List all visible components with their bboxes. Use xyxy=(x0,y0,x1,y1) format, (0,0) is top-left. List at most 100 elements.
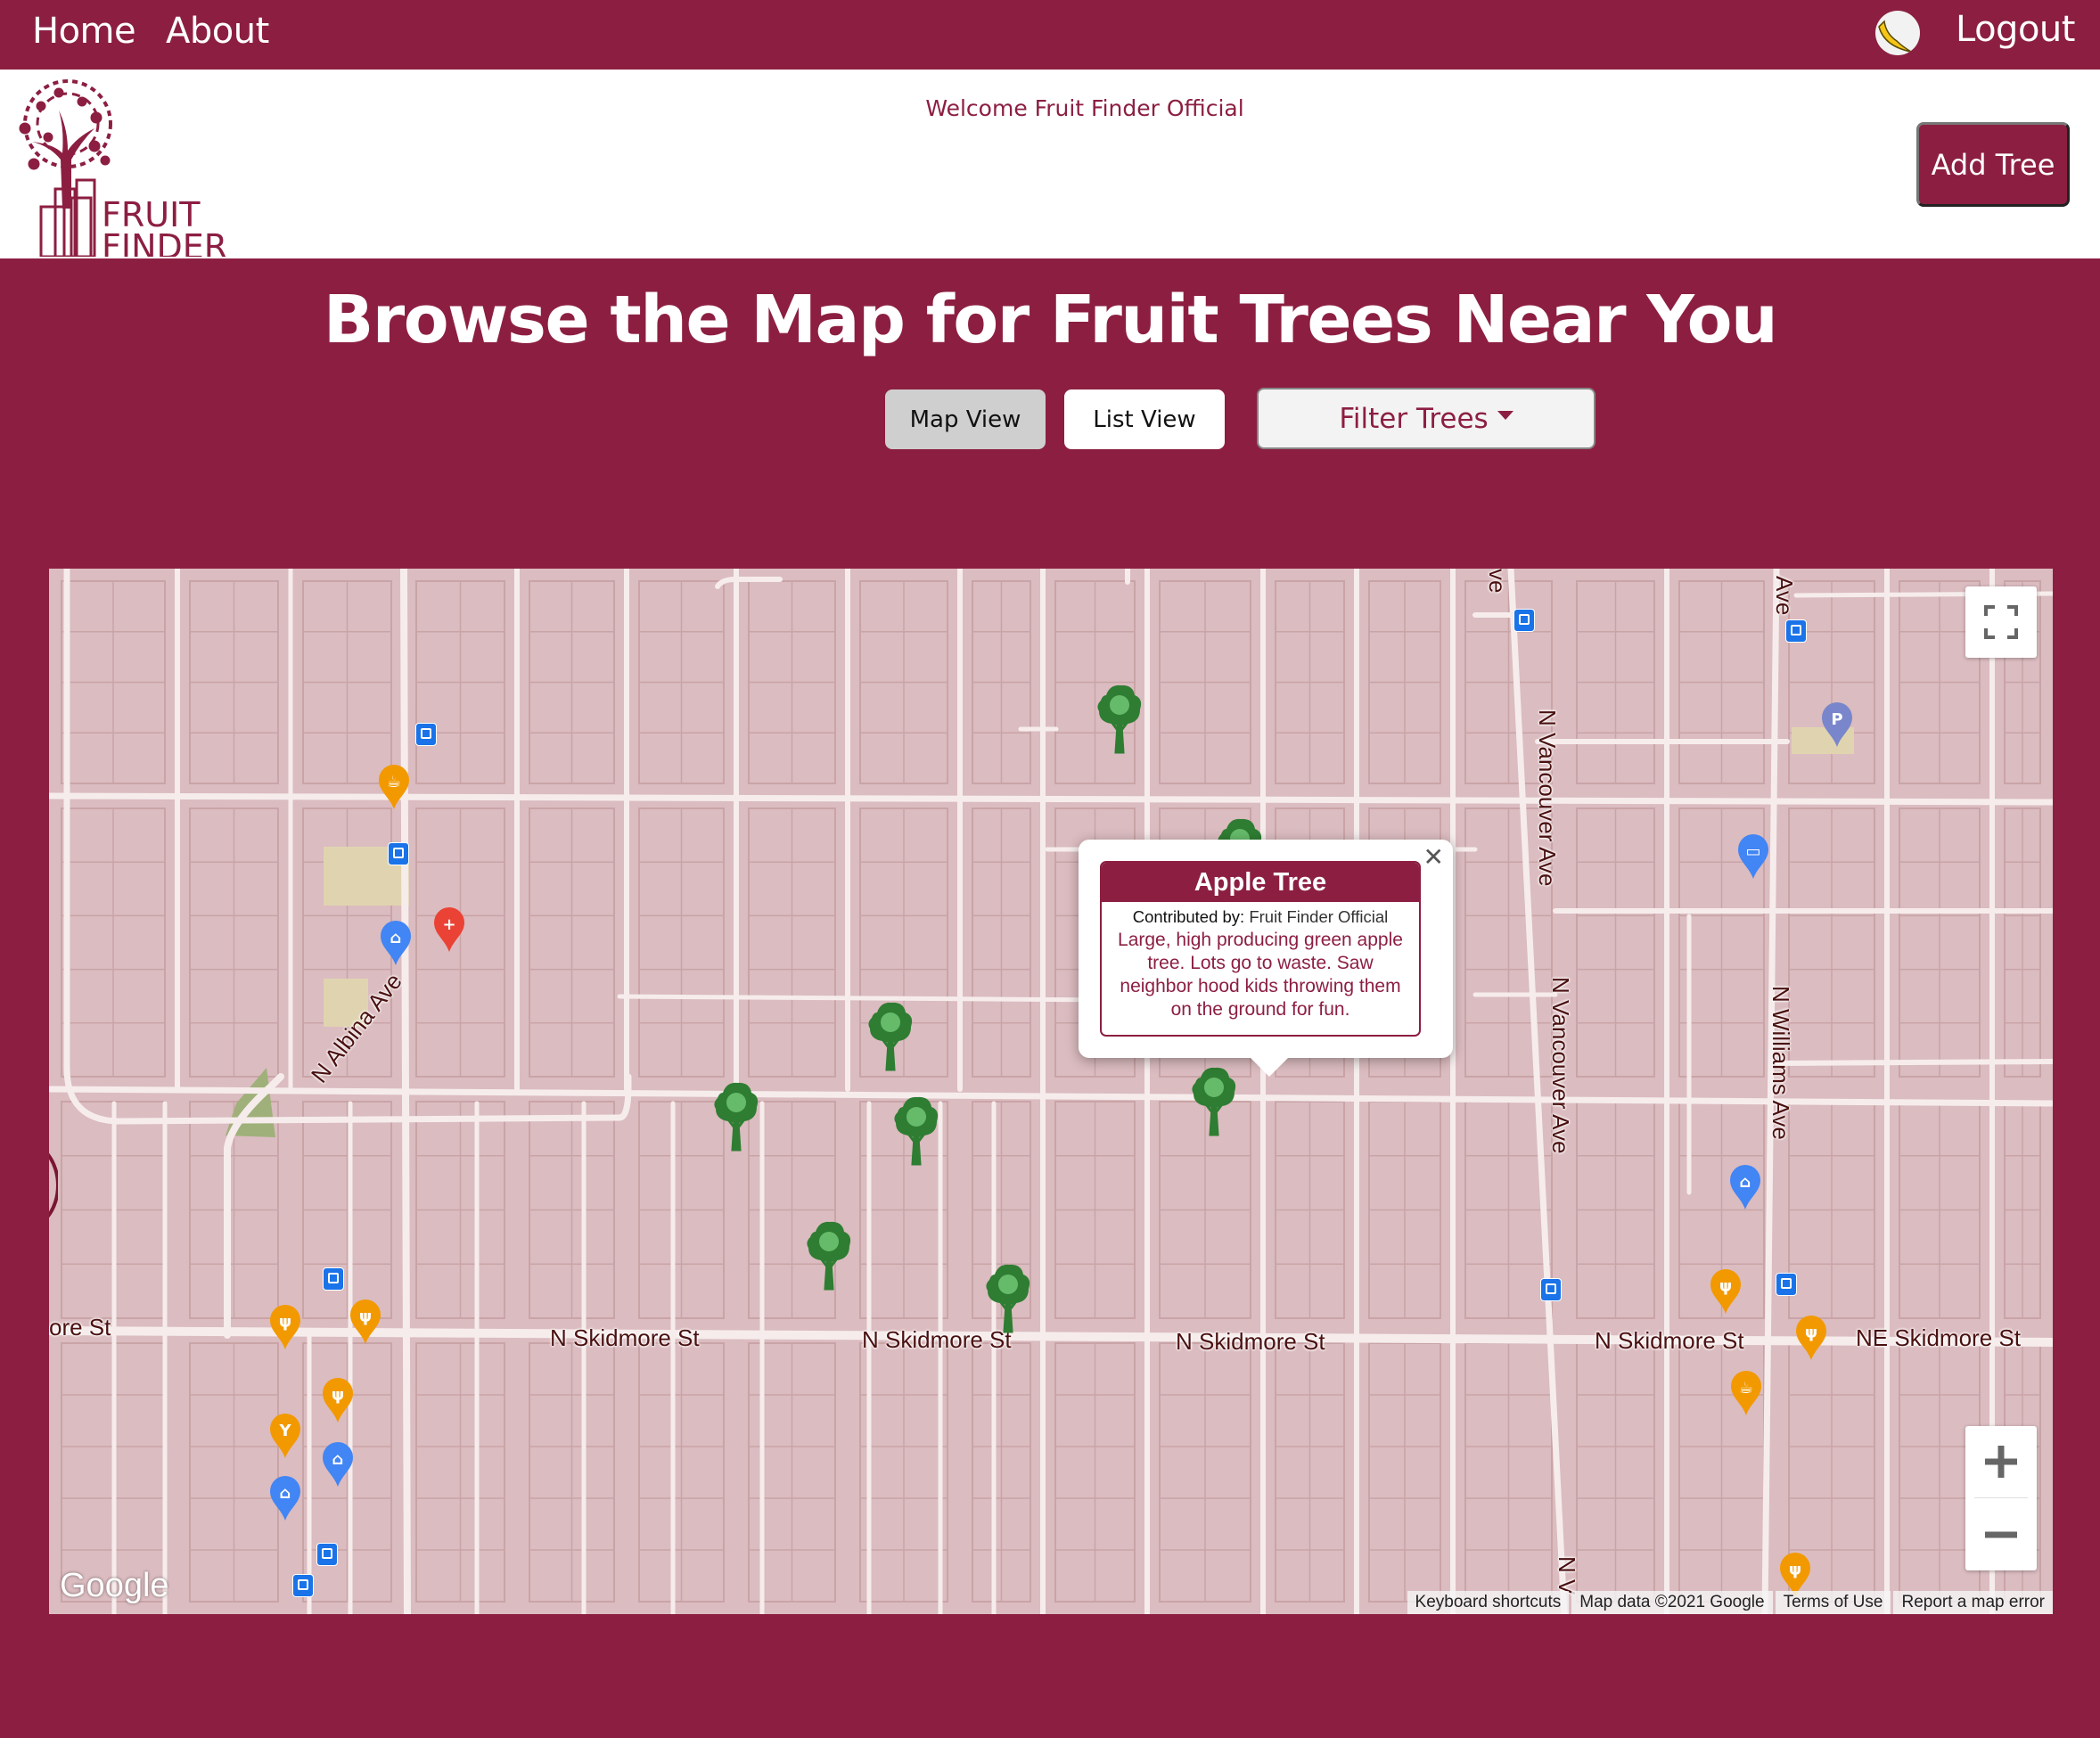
page-title: Browse the Map for Fruit Trees Near You xyxy=(323,282,1778,358)
svg-text:⌂: ⌂ xyxy=(390,929,402,947)
tree-icon xyxy=(986,1264,1030,1333)
svg-text:+: + xyxy=(442,915,455,934)
svg-text:⌂: ⌂ xyxy=(1740,1173,1751,1192)
popup-tree-title: Apple Tree xyxy=(1102,863,1419,902)
map-view-button[interactable]: Map View xyxy=(885,389,1046,449)
popup-contributor: Contributed by: Fruit Finder Official xyxy=(1102,907,1419,927)
svg-text:☕: ☕ xyxy=(1739,1379,1753,1398)
svg-text:⌂: ⌂ xyxy=(280,1484,291,1503)
zoom-out-button[interactable] xyxy=(1965,1499,2037,1570)
bus-stop-icon[interactable] xyxy=(1540,1278,1562,1301)
terms-of-use-link[interactable]: Terms of Use xyxy=(1775,1591,1891,1614)
map-canvas[interactable]: N Albina Ave ve N Vancouver Ave N Vancou… xyxy=(49,569,2053,1614)
fruit-tree-marker[interactable] xyxy=(710,1080,762,1152)
bus-stop-icon[interactable] xyxy=(292,1574,314,1597)
bus-stop-icon[interactable] xyxy=(323,1267,344,1291)
street-label-vancouver-lower: N Vancouver Ave xyxy=(1547,977,1574,1154)
svg-text:P: P xyxy=(1831,710,1842,729)
road xyxy=(49,792,2053,806)
street-label-skidmore-left: ore St xyxy=(49,1314,111,1340)
contributor-name: Fruit Finder Official xyxy=(1249,907,1389,926)
cafe-icon[interactable]: ☕ xyxy=(1729,1369,1763,1415)
bar-icon[interactable]: Y xyxy=(268,1412,302,1458)
street-label-ne-skidmore: NE Skidmore St xyxy=(1856,1324,2021,1351)
filter-trees-label: Filter Trees xyxy=(1339,402,1489,435)
fruit-tree-marker[interactable] xyxy=(865,1000,916,1071)
hospital-icon[interactable]: + xyxy=(432,906,466,952)
svg-text:ψ: ψ xyxy=(1805,1324,1817,1342)
fruit-tree-marker[interactable] xyxy=(803,1219,855,1291)
shopping-icon[interactable]: ⌂ xyxy=(379,919,413,965)
tree-info-popup: ✕ Apple Tree Contributed by: Fruit Finde… xyxy=(1079,840,1453,1058)
nav-home-link[interactable]: Home xyxy=(32,11,136,52)
zoom-divider xyxy=(1974,1497,2028,1498)
tree-icon xyxy=(1097,685,1142,754)
tree-icon xyxy=(894,1096,939,1166)
street-label-vancouver-bottom: N V xyxy=(1554,1556,1580,1595)
shopping-icon[interactable]: ⌂ xyxy=(321,1440,355,1487)
fruit-tree-marker[interactable] xyxy=(982,1262,1034,1333)
restaurant-icon[interactable]: ψ xyxy=(349,1298,382,1344)
popup-description: Large, high producing green apple tree. … xyxy=(1118,930,1403,1020)
nav-logout-link[interactable]: Logout xyxy=(1956,9,2075,50)
road xyxy=(400,569,411,1614)
tree-icon xyxy=(1192,1067,1236,1136)
road xyxy=(1776,1059,2053,1066)
svg-text:ψ: ψ xyxy=(1789,1561,1801,1579)
filter-trees-dropdown[interactable]: Filter Trees xyxy=(1257,388,1596,449)
street-label-williams-top: Ave xyxy=(1771,576,1798,616)
street-label-skidmore-3: N Skidmore St xyxy=(1176,1328,1325,1355)
shopping-icon[interactable]: ⌂ xyxy=(1728,1163,1762,1209)
add-tree-button[interactable]: Add Tree xyxy=(1916,122,2070,207)
tree-icon xyxy=(714,1082,759,1152)
zoom-in-button[interactable] xyxy=(1965,1426,2037,1497)
minus-icon xyxy=(1985,1531,2017,1538)
banana-icon xyxy=(1878,20,1912,53)
top-navbar: Home About Logout xyxy=(0,0,2100,70)
bus-stop-icon[interactable] xyxy=(415,723,437,746)
logo-line2: FINDER xyxy=(102,227,227,257)
fruit-tree-marker[interactable] xyxy=(1188,1065,1240,1136)
restaurant-icon[interactable]: ψ xyxy=(268,1303,302,1349)
street-label-skidmore-1: N Skidmore St xyxy=(550,1324,700,1351)
parking-icon[interactable]: P xyxy=(1820,701,1854,747)
street-label-vancouver-top: ve xyxy=(1484,569,1511,594)
shopping-icon[interactable]: ⌂ xyxy=(268,1474,302,1521)
close-icon[interactable]: ✕ xyxy=(1423,845,1444,870)
svg-text:ψ: ψ xyxy=(359,1308,372,1326)
road xyxy=(715,569,1130,589)
restaurant-icon[interactable]: ψ xyxy=(321,1376,355,1422)
google-logo: Google xyxy=(60,1567,169,1604)
restaurant-icon[interactable]: ψ xyxy=(1794,1314,1828,1360)
bus-stop-icon[interactable] xyxy=(388,842,409,865)
store-icon[interactable]: ▭ xyxy=(1736,832,1770,879)
nav-about-link[interactable]: About xyxy=(166,11,269,52)
svg-text:▭: ▭ xyxy=(1745,842,1760,861)
restaurant-icon[interactable]: ψ xyxy=(1709,1267,1743,1314)
contributed-by-label: Contributed by: xyxy=(1132,907,1245,926)
bus-stop-icon[interactable] xyxy=(316,1543,338,1566)
street-label-vancouver-upper: N Vancouver Ave xyxy=(1534,709,1561,887)
report-map-error-link[interactable]: Report a map error xyxy=(1893,1591,2053,1614)
fruit-tree-marker[interactable] xyxy=(1094,683,1145,754)
welcome-message: Welcome Fruit Finder Official xyxy=(925,95,1244,121)
bus-stop-icon[interactable] xyxy=(1785,619,1807,643)
cafe-icon[interactable]: ☕ xyxy=(377,763,411,809)
list-view-button[interactable]: List View xyxy=(1064,389,1225,449)
fruit-tree-marker[interactable] xyxy=(890,1094,942,1166)
bus-stop-icon[interactable] xyxy=(1513,609,1535,632)
plus-icon xyxy=(1985,1446,2017,1478)
keyboard-shortcuts-link[interactable]: Keyboard shortcuts xyxy=(1407,1591,1570,1614)
map-data-text: Map data ©2021 Google xyxy=(1571,1591,1773,1614)
svg-text:ψ: ψ xyxy=(332,1386,344,1405)
svg-text:☕: ☕ xyxy=(387,773,401,791)
user-avatar[interactable] xyxy=(1875,11,1920,55)
fullscreen-button[interactable] xyxy=(1965,586,2037,658)
fullscreen-icon xyxy=(1984,605,2018,639)
svg-text:ψ: ψ xyxy=(1719,1277,1732,1296)
bus-stop-icon[interactable] xyxy=(1776,1273,1797,1296)
tree-icon xyxy=(807,1221,851,1291)
svg-text:Y: Y xyxy=(278,1422,291,1440)
tree-info-card: Apple Tree Contributed by: Fruit Finder … xyxy=(1100,861,1421,1037)
street-label-williams: N Williams Ave xyxy=(1768,986,1794,1140)
